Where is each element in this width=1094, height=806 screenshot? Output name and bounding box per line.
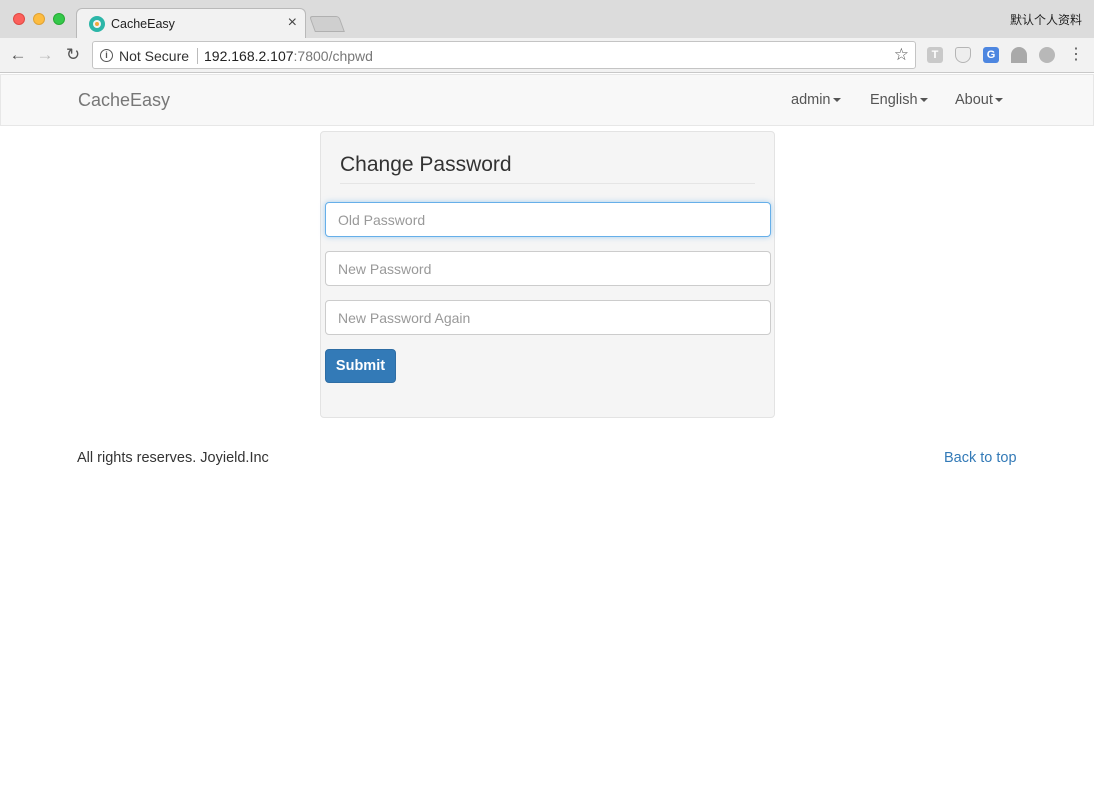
url-host: 192.168.2.107 xyxy=(204,48,294,64)
new-password-again-input[interactable] xyxy=(325,300,771,335)
tab-title: CacheEasy xyxy=(111,17,175,31)
maximize-window-button[interactable] xyxy=(53,13,65,25)
browser-menu-icon[interactable]: ⋮ xyxy=(1068,45,1084,65)
address-bar[interactable]: i Not Secure 192.168.2.107:7800/chpwd ☆ xyxy=(92,41,916,69)
caret-down-icon xyxy=(994,98,1003,103)
url-path: :7800/chpwd xyxy=(293,48,373,64)
extension-arc-icon[interactable] xyxy=(1011,47,1027,63)
minimize-window-button[interactable] xyxy=(33,13,45,25)
new-tab-button[interactable] xyxy=(309,16,345,32)
old-password-input[interactable] xyxy=(325,202,771,237)
caret-down-icon xyxy=(832,98,841,103)
back-arrow-icon[interactable]: ← xyxy=(7,44,29,66)
caret-down-icon xyxy=(919,98,928,103)
extension-shield-icon[interactable] xyxy=(955,47,971,63)
change-password-panel: Change Password Submit xyxy=(320,131,775,418)
submit-button[interactable]: Submit xyxy=(325,349,396,383)
bookmark-star-icon[interactable]: ☆ xyxy=(894,45,909,65)
nav-language-dropdown[interactable]: English xyxy=(870,92,928,108)
site-navbar: CacheEasy admin English About xyxy=(0,74,1094,126)
extension-globe-icon[interactable] xyxy=(1039,47,1055,63)
browser-toolbar: ← → ↻ i Not Secure 192.168.2.107:7800/ch… xyxy=(0,38,1094,73)
footer-copyright: All rights reserves. Joyield.Inc xyxy=(77,450,269,466)
nav-admin-dropdown[interactable]: admin xyxy=(791,92,841,108)
security-label[interactable]: Not Secure xyxy=(119,48,189,64)
google-translate-icon[interactable]: G xyxy=(983,47,999,63)
nav-about-dropdown[interactable]: About xyxy=(955,92,1003,108)
omnibox-divider xyxy=(197,48,198,64)
new-password-input[interactable] xyxy=(325,251,771,286)
page-title: Change Password xyxy=(340,153,755,184)
info-icon[interactable]: i xyxy=(100,49,113,62)
browser-tabstrip: CacheEasy × 默认个人资料 xyxy=(0,0,1094,38)
close-window-button[interactable] xyxy=(13,13,25,25)
tab-close-icon[interactable]: × xyxy=(288,14,297,32)
back-to-top-link[interactable]: Back to top xyxy=(944,450,1017,466)
cacheeasy-favicon-icon xyxy=(89,16,105,32)
nav-language-label: English xyxy=(870,92,918,108)
nav-about-label: About xyxy=(955,92,993,108)
nav-admin-label: admin xyxy=(791,92,831,108)
profile-label[interactable]: 默认个人资料 xyxy=(1010,11,1082,28)
browser-tab-active[interactable]: CacheEasy × xyxy=(76,8,306,38)
forward-arrow-icon[interactable]: → xyxy=(34,44,56,66)
reload-icon[interactable]: ↻ xyxy=(62,44,84,66)
url-text[interactable]: 192.168.2.107:7800/chpwd xyxy=(204,48,373,64)
extension-t-icon[interactable]: T xyxy=(927,47,943,63)
brand-link[interactable]: CacheEasy xyxy=(78,90,170,111)
